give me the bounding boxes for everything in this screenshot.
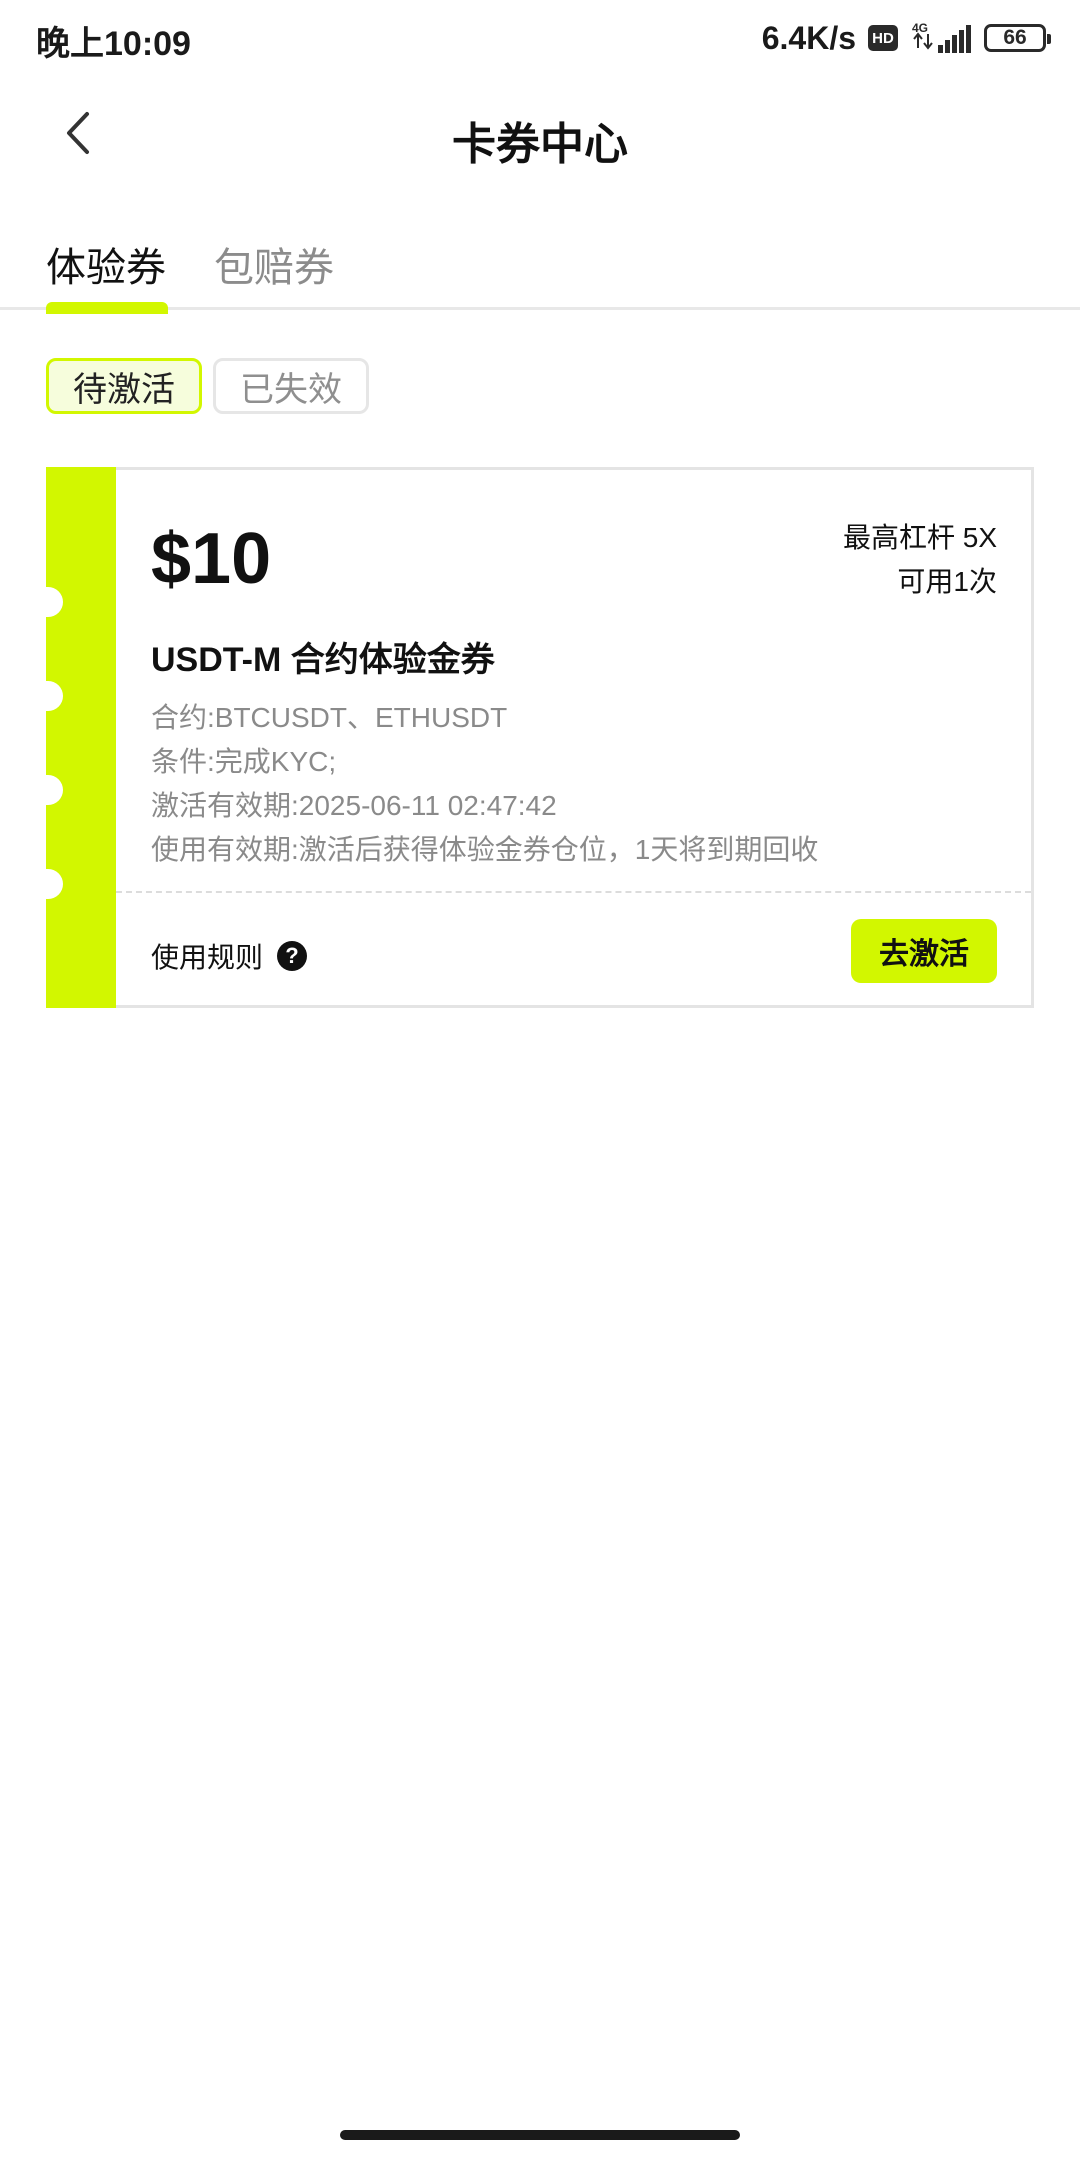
network-type-label: 4G [912,21,928,35]
battery-icon: 66 [984,24,1051,52]
cellular-signal-icon: 4G [912,21,971,53]
hd-icon: HD [868,25,898,51]
usage-rules-link[interactable]: 使用规则 ? [151,936,308,976]
coupon-detail-condition: 条件:完成KYC; [151,746,337,777]
coupon-detail-usage-expiry: 使用有效期:激活后获得体验金券仓位，1天将到期回收 [151,834,819,865]
usage-count: 可用1次 [897,566,997,597]
help-icon[interactable]: ? [277,941,308,971]
status-time: 晚上10:09 [36,25,191,63]
dashed-divider [116,891,1031,893]
filter-expired[interactable]: 已失效 [213,358,369,414]
coupon-detail-contracts: 合约:BTCUSDT、ETHUSDT [151,702,508,733]
coupon-notch [43,775,63,805]
tab-experience-coupons[interactable]: 体验券 [46,236,166,300]
tab-bar: 体验券 包赔券 [0,236,1080,310]
max-leverage: 最高杠杆 5X [842,522,997,553]
coupon-notch [43,869,63,899]
activate-button[interactable]: 去激活 [851,919,997,983]
tab-compensation-coupons[interactable]: 包赔券 [214,236,334,300]
status-bar: 晚上10:09 6.4K/s HD 4G 66 [0,0,1080,78]
usage-rules-label: 使用规则 [151,942,264,973]
coupon-notch [43,587,63,617]
coupon-notch [43,681,63,711]
page-title: 卡券中心 [452,120,628,169]
coupon-amount: $10 [151,519,272,599]
home-indicator[interactable] [340,2130,740,2140]
status-indicators: 6.4K/s HD 4G 66 [761,18,1051,58]
coupon-card: $10 最高杠杆 5X 可用1次 USDT-M 合约体验金券 合约:BTCUSD… [43,467,1034,1008]
coupon-name: USDT-M 合约体验金券 [151,641,495,679]
coupon-accent-strip [43,467,116,1008]
active-tab-indicator [46,302,168,314]
network-speed: 6.4K/s [761,19,856,56]
coupon-detail-activation-expiry: 激活有效期:2025-06-11 02:47:42 [151,790,557,821]
filter-pending-activation[interactable]: 待激活 [46,358,202,414]
